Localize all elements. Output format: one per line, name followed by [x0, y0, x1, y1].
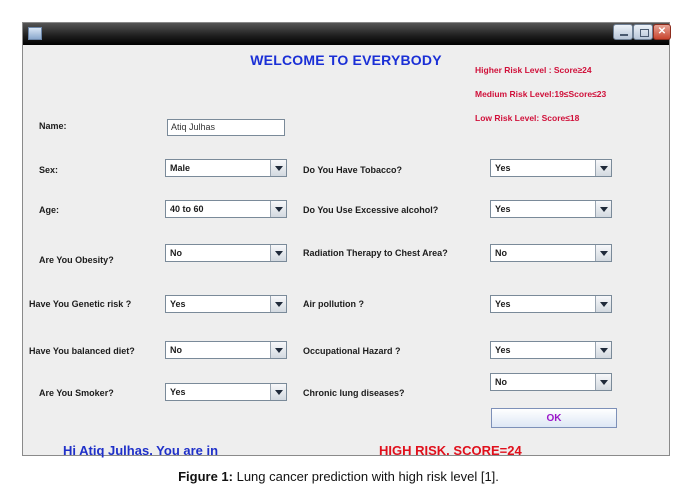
dropdown-arrow-icon[interactable]: [595, 245, 611, 261]
radiation-therapy-select-value: No: [495, 248, 507, 258]
dropdown-arrow-icon[interactable]: [270, 296, 286, 312]
sex-select[interactable]: Male: [165, 159, 287, 177]
chronic-lung-label: Chronic lung diseases?: [303, 388, 405, 398]
dropdown-arrow-icon[interactable]: [270, 384, 286, 400]
air-pollution-select[interactable]: Yes: [490, 295, 612, 313]
chronic-lung-select-value: No: [495, 377, 507, 387]
air-pollution-select-value: Yes: [495, 299, 511, 309]
genetic-risk-label: Have You Genetic risk ?: [29, 299, 132, 309]
tobacco-label: Do You Have Tobacco?: [303, 165, 403, 175]
chronic-lung-select[interactable]: No: [490, 373, 612, 391]
result-status: HIGH RISK. SCORE=24: [379, 443, 522, 458]
result-greeting: Hi Atiq Julhas. You are in: [63, 443, 219, 458]
maximize-icon: [640, 29, 649, 37]
app-window: ✕ WELCOME TO EVERYBODY Higher Risk Level…: [22, 22, 671, 458]
minimize-icon: [620, 34, 628, 36]
genetic-risk-select-value: Yes: [170, 299, 186, 309]
balanced-diet-select-value: No: [170, 345, 182, 355]
minimize-button[interactable]: [613, 24, 633, 40]
tobacco-select[interactable]: Yes: [490, 159, 612, 177]
dropdown-arrow-icon[interactable]: [595, 296, 611, 312]
sex-label: Sex:: [39, 165, 59, 175]
maximize-button[interactable]: [633, 24, 653, 40]
risk-level-low: Low Risk Level: Score≤18: [475, 113, 580, 123]
dropdown-arrow-icon[interactable]: [595, 160, 611, 176]
alcohol-label: Do You Use Excessive alcohol?: [303, 205, 439, 215]
air-pollution-label: Air pollution ?: [303, 299, 364, 309]
smoker-select-value: Yes: [170, 387, 186, 397]
balanced-diet-select[interactable]: No: [165, 341, 287, 359]
risk-level-medium: Medium Risk Level:19≤Score≤23: [475, 89, 607, 99]
alcohol-select-value: Yes: [495, 204, 511, 214]
tobacco-select-value: Yes: [495, 163, 511, 173]
obesity-select[interactable]: No: [165, 244, 287, 262]
figure-caption-text: Lung cancer prediction with high risk le…: [232, 469, 499, 484]
alcohol-select[interactable]: Yes: [490, 200, 612, 218]
obesity-label: Are You Obesity?: [39, 255, 114, 265]
occupational-hazard-select[interactable]: Yes: [490, 341, 612, 359]
window-titlebar[interactable]: ✕: [23, 23, 671, 45]
risk-level-high: Higher Risk Level : Score≥24: [475, 65, 592, 75]
dropdown-arrow-icon[interactable]: [270, 160, 286, 176]
app-icon: [28, 27, 42, 40]
smoker-label: Are You Smoker?: [39, 388, 114, 398]
dropdown-arrow-icon[interactable]: [270, 245, 286, 261]
figure-caption: Figure 1: Lung cancer prediction with hi…: [0, 469, 677, 484]
close-icon: ✕: [657, 26, 667, 37]
radiation-therapy-label: Radiation Therapy to Chest Area?: [303, 248, 448, 258]
name-label: Name:: [39, 121, 67, 131]
balanced-diet-label: Have You balanced diet?: [29, 346, 135, 356]
form-panel: WELCOME TO EVERYBODY Higher Risk Level :…: [23, 45, 669, 458]
age-select-value: 40 to 60: [170, 204, 204, 214]
dropdown-arrow-icon[interactable]: [595, 342, 611, 358]
close-button[interactable]: ✕: [653, 24, 671, 40]
dropdown-arrow-icon[interactable]: [270, 342, 286, 358]
radiation-therapy-select[interactable]: No: [490, 244, 612, 262]
age-label: Age:: [39, 205, 59, 215]
ok-button[interactable]: OK: [491, 408, 617, 428]
occupational-hazard-select-value: Yes: [495, 345, 511, 355]
sex-select-value: Male: [170, 163, 191, 173]
smoker-select[interactable]: Yes: [165, 383, 287, 401]
obesity-select-value: No: [170, 248, 182, 258]
dropdown-arrow-icon[interactable]: [595, 374, 611, 390]
dropdown-arrow-icon[interactable]: [270, 201, 286, 217]
dropdown-arrow-icon[interactable]: [595, 201, 611, 217]
occupational-hazard-label: Occupational Hazard ?: [303, 346, 401, 356]
name-input[interactable]: Atiq Julhas: [167, 119, 285, 136]
genetic-risk-select[interactable]: Yes: [165, 295, 287, 313]
figure-label: Figure 1:: [178, 469, 233, 484]
age-select[interactable]: 40 to 60: [165, 200, 287, 218]
